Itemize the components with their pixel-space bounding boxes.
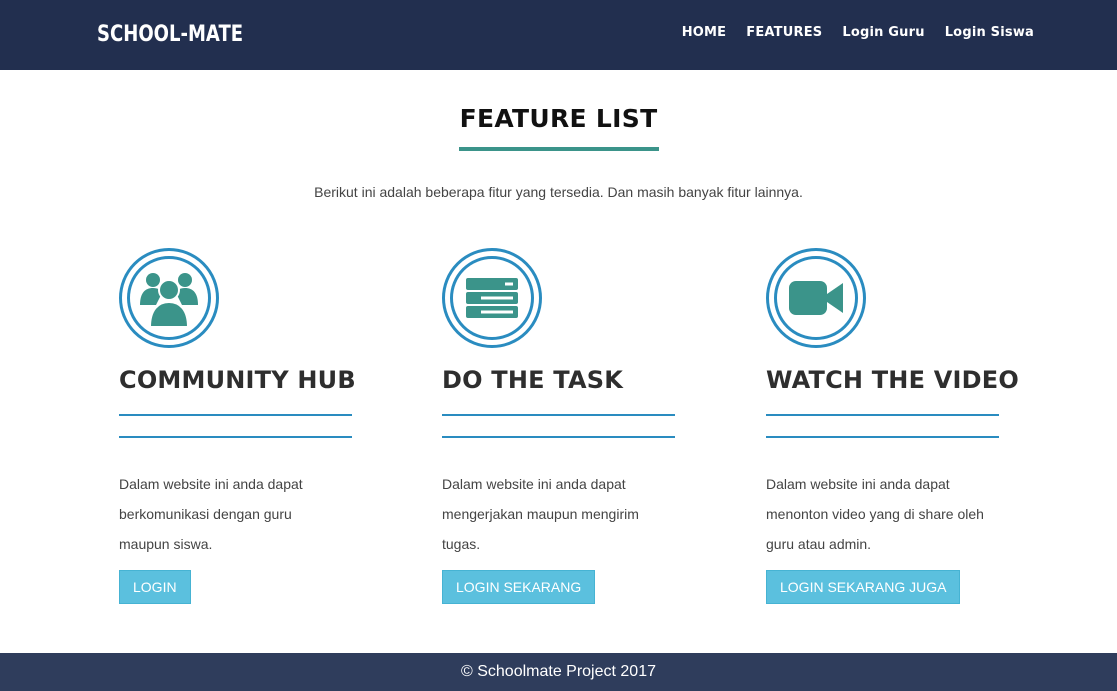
feature-do-the-task: DO THE TASK Dalam website ini anda dapat…: [442, 248, 742, 608]
server-list-icon: [466, 278, 518, 318]
section-subtitle: Berikut ini adalah beberapa fitur yang t…: [314, 184, 803, 200]
feature-title: COMMUNITY HUB: [119, 366, 356, 394]
footer-copyright: © Schoolmate Project 2017: [460, 663, 656, 680]
nav-menu: HOME FEATURES Login Guru Login Siswa: [682, 22, 1034, 42]
feature-title: DO THE TASK: [442, 366, 624, 394]
feature-description: Dalam website ini anda dapat menonton vi…: [766, 476, 984, 552]
title-underline: [459, 147, 659, 151]
top-navbar: SCHOOL-MATE HOME FEATURES Login Guru Log…: [0, 0, 1117, 70]
login-sekarang-button[interactable]: LOGIN SEKARANG: [442, 570, 596, 604]
icon-ring: [766, 248, 866, 348]
feature-title: WATCH THE VIDEO: [766, 366, 1019, 394]
divider: [119, 414, 352, 416]
divider: [442, 436, 675, 438]
feature-description: Dalam website ini anda dapat mengerjakan…: [442, 476, 639, 552]
icon-ring: [442, 248, 542, 348]
divider: [766, 436, 999, 438]
nav-link-features[interactable]: FEATURES: [746, 25, 822, 40]
nav-link-home[interactable]: HOME: [682, 25, 727, 40]
login-button[interactable]: LOGIN: [119, 570, 191, 604]
feature-community-hub: COMMUNITY HUB Dalam website ini anda dap…: [119, 248, 419, 608]
divider: [119, 436, 352, 438]
divider: [442, 414, 675, 416]
section-title: FEATURE LIST: [459, 104, 658, 133]
login-sekarang-juga-button[interactable]: LOGIN SEKARANG JUGA: [766, 570, 961, 604]
video-camera-icon: [789, 281, 843, 315]
feature-description: Dalam website ini anda dapat berkomunika…: [119, 476, 303, 552]
nav-link-login-siswa[interactable]: Login Siswa: [945, 25, 1034, 40]
brand-logo[interactable]: SCHOOL-MATE: [97, 20, 243, 50]
footer: © Schoolmate Project 2017: [0, 653, 1117, 691]
feature-watch-the-video: WATCH THE VIDEO Dalam website ini anda d…: [766, 248, 1066, 608]
users-group-icon: [140, 273, 198, 328]
icon-ring: [119, 248, 219, 348]
nav-link-login-guru[interactable]: Login Guru: [842, 25, 924, 40]
divider: [766, 414, 999, 416]
